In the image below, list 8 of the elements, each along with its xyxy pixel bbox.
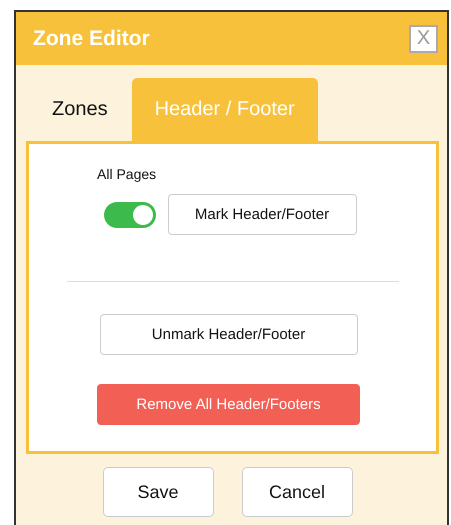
save-button[interactable]: Save xyxy=(102,467,214,517)
tab[interactable]: Zones xyxy=(30,78,130,141)
unmark-button[interactable]: Unmark Header/Footer xyxy=(100,314,358,355)
all-pages-label: All Pages xyxy=(97,166,156,182)
cancel-button[interactable]: Cancel xyxy=(242,467,352,517)
mark-button[interactable]: Mark Header/Footer xyxy=(168,194,356,235)
window-title: Zone Editor xyxy=(33,26,150,50)
all-pages-toggle[interactable] xyxy=(104,202,156,228)
